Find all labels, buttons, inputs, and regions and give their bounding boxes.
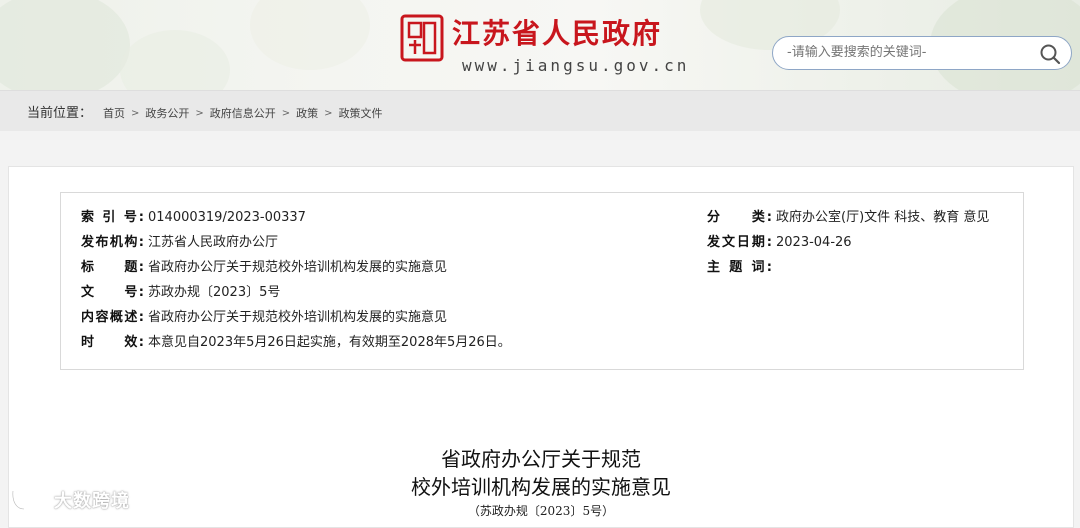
meta-row-publisher: 发布机构: 江苏省人民政府办公厅 — [81, 233, 278, 253]
meta-value: 014000319/2023-00337 — [148, 210, 306, 225]
search-input[interactable] — [787, 45, 1027, 60]
meta-row-title: 标 题: 省政府办公厅关于规范校外培训机构发展的实施意见 — [81, 258, 447, 278]
site-name: 江苏省人民政府 — [452, 17, 663, 50]
meta-row-subject: 主 题 词: — [707, 258, 776, 278]
meta-row-validity: 时 效: 本意见自2023年5月26日起实施，有效期至2028年5月26日。 — [81, 333, 511, 353]
document-title-line1: 省政府办公厅关于规范 — [441, 447, 641, 471]
meta-row-docno: 文 号: 苏政办规〔2023〕5号 — [81, 283, 280, 303]
meta-label: 时 效: — [81, 335, 144, 350]
meta-row-summary: 内容概述: 省政府办公厅关于规范校外培训机构发展的实施意见 — [81, 308, 447, 328]
emblem-icon — [400, 14, 444, 62]
meta-label: 发布机构: — [81, 235, 144, 250]
meta-value: 2023-04-26 — [776, 235, 852, 250]
decor-petal — [0, 0, 130, 90]
meta-label: 文 号: — [81, 285, 144, 300]
meta-label: 索 引 号: — [81, 210, 144, 225]
watermark-logo-icon — [11, 490, 48, 511]
breadcrumb-separator: > — [131, 107, 140, 119]
document-number: （苏政办规〔2023〕5号） — [467, 504, 615, 518]
watermark-text: 大数跨境 — [54, 491, 130, 512]
meta-row-category: 分 类: 政府办公室(厅)文件 科技、教育 意见 — [707, 208, 989, 228]
meta-label: 发文日期: — [707, 235, 772, 250]
breadcrumb-item-policy-docs[interactable]: 政策文件 — [339, 105, 383, 121]
meta-value: 政府办公室(厅)文件 科技、教育 意见 — [776, 210, 990, 225]
meta-label: 主 题 词: — [707, 260, 772, 275]
breadcrumb-label: 当前位置： — [27, 106, 93, 121]
site-url: www.jiangsu.gov.cn — [462, 56, 690, 75]
search-box[interactable] — [772, 36, 1072, 70]
breadcrumb-item-info-disclosure[interactable]: 政府信息公开 — [210, 105, 276, 121]
breadcrumb-item-home[interactable]: 首页 — [103, 105, 125, 121]
meta-row-index: 索 引 号: 014000319/2023-00337 — [81, 208, 306, 228]
breadcrumb: 首页 > 政务公开 > 政府信息公开 > 政策 > 政策文件 — [103, 105, 383, 121]
meta-label: 内容概述: — [81, 310, 144, 325]
breadcrumb-separator: > — [281, 107, 291, 119]
meta-value: 省政府办公厅关于规范校外培训机构发展的实施意见 — [148, 260, 448, 275]
watermark: 大数跨境 — [10, 487, 130, 513]
breadcrumb-item-gov-affairs[interactable]: 政务公开 — [145, 105, 189, 121]
meta-row-date: 发文日期: 2023-04-26 — [707, 233, 852, 253]
search-icon[interactable] — [1039, 43, 1061, 65]
decor-petal — [250, 0, 370, 70]
meta-value: 苏政办规〔2023〕5号 — [148, 285, 281, 300]
decor-petal — [120, 30, 230, 90]
main-panel: 索 引 号: 014000319/2023-00337 发布机构: 江苏省人民政府办… — [8, 166, 1074, 528]
breadcrumb-bar: 当前位置： 首页 > 政务公开 > 政府信息公开 > 政策 > 政策文件 — [0, 90, 1080, 131]
site-header: 江苏省人民政府 www.jiangsu.gov.cn — [0, 0, 1080, 90]
meta-value: 江苏省人民政府办公厅 — [148, 235, 279, 250]
meta-value: 本意见自2023年5月26日起实施，有效期至2028年5月26日。 — [148, 335, 511, 350]
meta-label: 分 类: — [707, 210, 772, 225]
meta-value: 省政府办公厅关于规范校外培训机构发展的实施意见 — [148, 310, 448, 325]
breadcrumb-separator: > — [324, 107, 333, 119]
breadcrumb-separator: > — [195, 107, 204, 119]
document-metadata: 索 引 号: 014000319/2023-00337 发布机构: 江苏省人民政府办… — [60, 192, 1024, 370]
site-logo[interactable]: 江苏省人民政府 www.jiangsu.gov.cn — [400, 12, 690, 78]
document-title-line2: 校外培训机构发展的实施意见 — [411, 475, 671, 499]
meta-label: 标 题: — [81, 260, 144, 275]
breadcrumb-item-policy[interactable]: 政策 — [296, 105, 318, 121]
